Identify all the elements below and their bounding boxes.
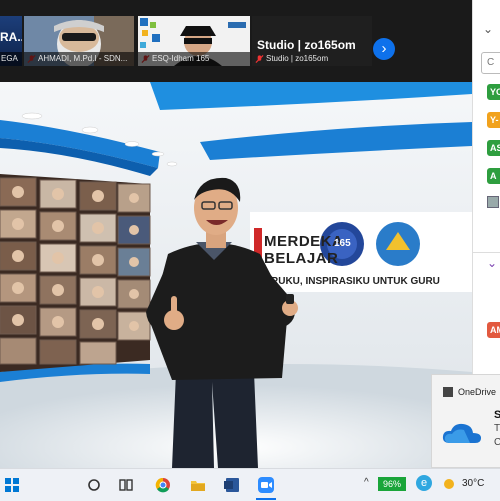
participant-name: AHMADI, M.Pd.I - SDN... xyxy=(24,52,134,66)
participant-chip[interactable]: AS xyxy=(487,140,500,156)
presenter xyxy=(146,177,298,468)
participant-tile[interactable]: RA... EGA xyxy=(0,16,22,66)
onedrive-small-icon xyxy=(443,387,453,397)
participant-name: Studio | zo165om xyxy=(266,54,329,63)
toast-title: S xyxy=(494,409,500,421)
battery-indicator[interactable]: 96% xyxy=(378,477,406,491)
panel-search-placeholder: C xyxy=(487,57,495,68)
participant-chip-red[interactable]: AM xyxy=(487,322,500,338)
onedrive-toast[interactable]: OneDrive S T C xyxy=(431,374,500,468)
toast-line2: T xyxy=(494,423,500,434)
edge-icon[interactable]: e xyxy=(416,475,432,491)
temperature[interactable]: 30°C xyxy=(462,478,484,489)
participant-name: ESQ-Idham 165 xyxy=(138,52,250,66)
chrome-icon[interactable] xyxy=(155,477,171,493)
battery-percent: 96% xyxy=(382,479,401,489)
participant-tile[interactable]: AHMADI, M.Pd.I - SDN... xyxy=(24,16,134,66)
participant-partial-title: RA... xyxy=(0,30,22,44)
participant-chip[interactable]: YO xyxy=(487,84,500,100)
panel-caret-icon[interactable]: ⌄ xyxy=(487,256,497,270)
toast-app-name: OneDrive xyxy=(458,387,497,397)
panel-collapse-button[interactable]: ⌄ xyxy=(483,22,493,36)
participant-strip: RA... EGA AHMADI, M.Pd.I - SDN... ESQ-Id… xyxy=(0,0,472,82)
participant-chip[interactable]: Y- xyxy=(487,112,500,128)
search-icon[interactable] xyxy=(86,477,102,493)
tray-overflow-icon[interactable]: ^ xyxy=(364,477,369,488)
participant-tile[interactable]: ESQ-Idham 165 xyxy=(138,16,250,66)
taskbar: ^ 96% e 30°C xyxy=(0,468,500,501)
participant-chip[interactable]: A xyxy=(487,168,500,184)
toast-line3: C xyxy=(494,437,500,448)
studio-tile-title: Studio | zo165om xyxy=(257,38,356,52)
weather-sun-icon[interactable] xyxy=(442,477,456,491)
next-page-button[interactable]: › xyxy=(373,38,395,60)
panel-divider xyxy=(473,252,500,253)
windows-start-icon[interactable] xyxy=(4,477,20,493)
onedrive-cloud-icon xyxy=(442,423,481,443)
zoom-icon[interactable] xyxy=(258,477,274,493)
panel-avatar xyxy=(487,196,499,208)
word-icon[interactable] xyxy=(224,477,240,493)
participant-name: EGA xyxy=(0,52,22,66)
main-video: MERDEKA BELAJAR GURUKU, INSPIRASIKU UNTU… xyxy=(0,82,472,468)
file-explorer-icon[interactable] xyxy=(190,477,206,493)
panel-search-input[interactable]: C xyxy=(481,52,500,74)
task-view-icon[interactable] xyxy=(118,477,134,493)
